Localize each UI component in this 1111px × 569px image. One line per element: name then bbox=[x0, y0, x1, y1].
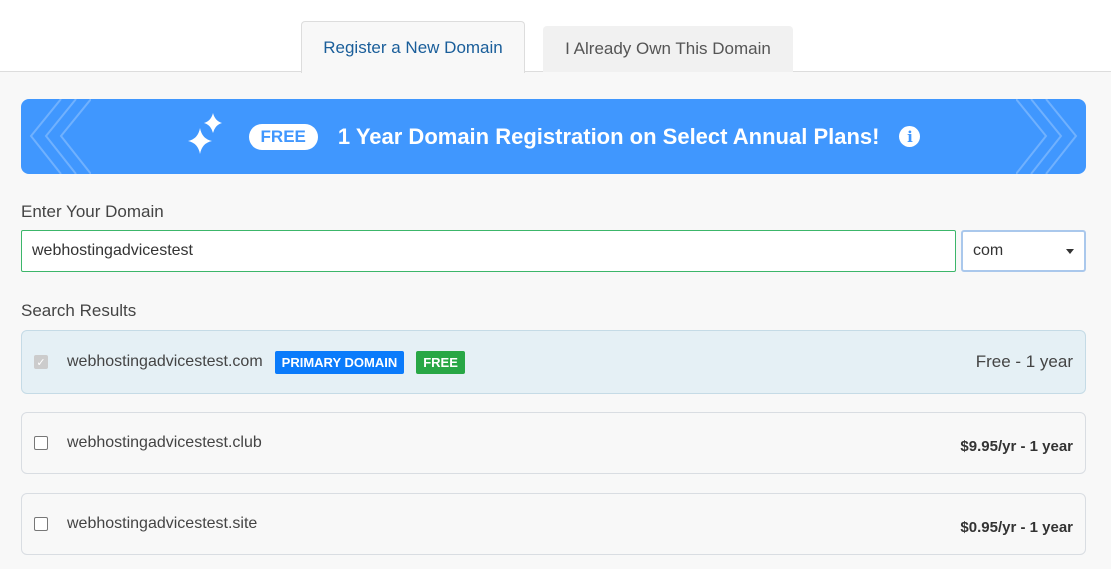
search-results-heading: Search Results bbox=[21, 301, 137, 320]
result-checkbox[interactable] bbox=[34, 436, 48, 450]
chevron-decoration-right-icon bbox=[1016, 99, 1078, 174]
banner-text: 1 Year Domain Registration on Select Ann… bbox=[337, 123, 880, 149]
tab-bar: Register a New Domain I Already Own This… bbox=[0, 0, 1111, 73]
tab-already-own-domain[interactable]: I Already Own This Domain bbox=[543, 26, 793, 72]
result-checkbox[interactable]: ✓ bbox=[34, 355, 48, 369]
result-row[interactable]: webhostingadvicestest.site $0.95/yr - 1 … bbox=[21, 493, 1086, 555]
result-row[interactable]: webhostingadvicestest.club $9.95/yr - 1 … bbox=[21, 412, 1086, 474]
domain-input[interactable]: webhostingadvicestest bbox=[21, 230, 956, 272]
free-badge: FREE bbox=[416, 350, 465, 374]
result-domain: webhostingadvicestest.com bbox=[67, 353, 263, 370]
info-icon[interactable]: i bbox=[899, 126, 921, 147]
tld-select[interactable]: com bbox=[961, 230, 1086, 272]
chevron-decoration-left-icon bbox=[29, 99, 91, 174]
caret-down-icon bbox=[1066, 248, 1074, 254]
result-price: $0.95/yr - 1 year bbox=[960, 518, 1073, 536]
sparkle-icon bbox=[187, 112, 222, 154]
primary-domain-badge: PRIMARY DOMAIN bbox=[274, 350, 405, 374]
result-domain: webhostingadvicestest.site bbox=[67, 515, 258, 532]
result-domain: webhostingadvicestest.club bbox=[67, 434, 262, 451]
result-price: $9.95/yr - 1 year bbox=[960, 437, 1073, 455]
tld-value: com bbox=[973, 242, 1004, 259]
result-price: Free - 1 year bbox=[975, 352, 1073, 371]
promo-banner: FREE 1 Year Domain Registration on Selec… bbox=[21, 99, 1086, 174]
result-checkbox[interactable] bbox=[34, 517, 48, 531]
tab-register-new-domain[interactable]: Register a New Domain bbox=[301, 21, 525, 73]
domain-label: Enter Your Domain bbox=[21, 202, 164, 221]
result-row[interactable]: ✓ webhostingadvicestest.com PRIMARY DOMA… bbox=[21, 330, 1086, 394]
free-pill: FREE bbox=[248, 123, 318, 150]
